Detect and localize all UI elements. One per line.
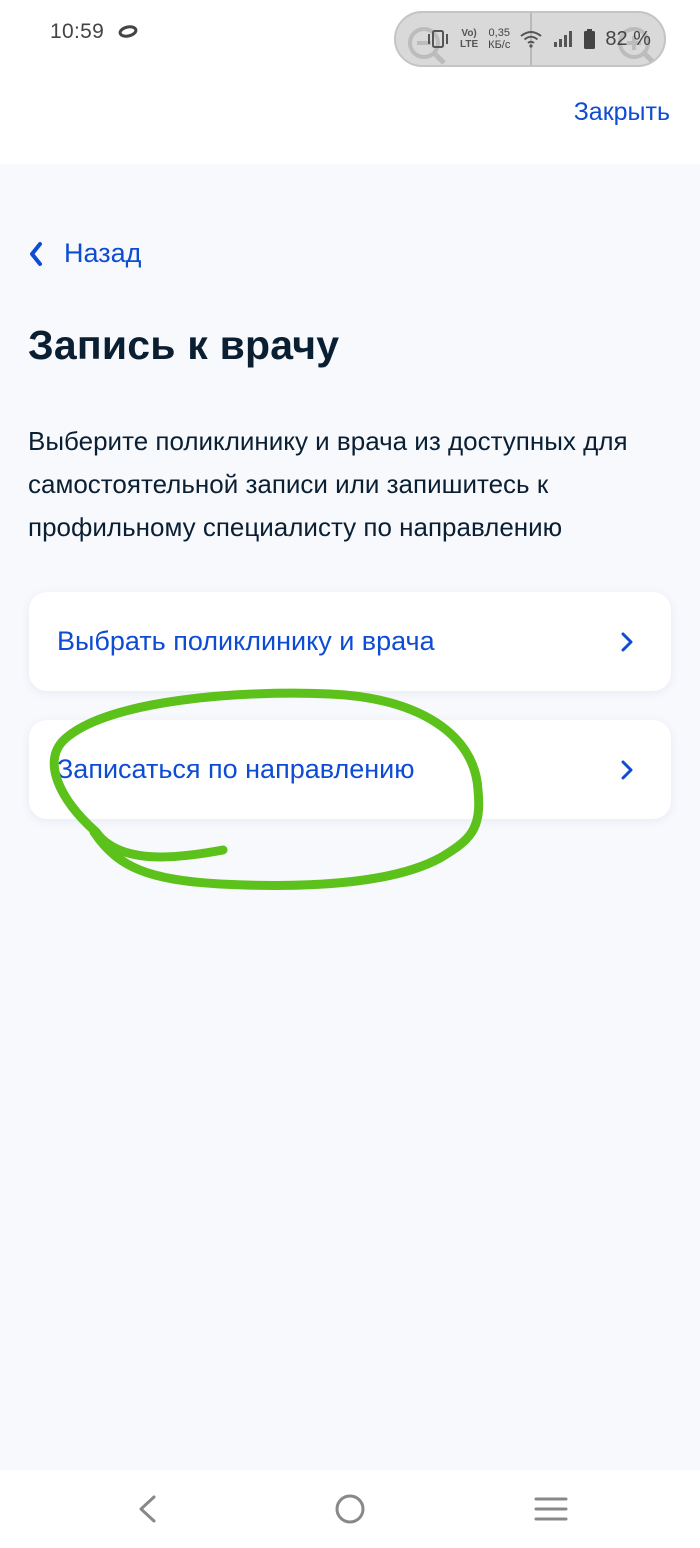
page-title: Запись к врачу: [28, 322, 340, 368]
nav-back-icon[interactable]: [134, 1494, 160, 1524]
network-speed: 0,35 КБ/с: [488, 27, 510, 51]
wifi-icon: [520, 31, 542, 48]
battery-percentage: 82 %: [605, 27, 651, 50]
back-button[interactable]: Назад: [28, 238, 141, 269]
chevron-right-icon: [621, 632, 633, 651]
referral-appointment-button[interactable]: Записаться по направлению: [29, 720, 671, 819]
choose-clinic-doctor-button[interactable]: Выбрать поликлинику и врача: [29, 592, 671, 691]
nav-menu-icon[interactable]: [534, 1496, 568, 1522]
status-icons-row: Vo) LTE 0,35 КБ/с 82 %: [396, 13, 664, 65]
back-label: Назад: [64, 238, 142, 268]
page-description: Выберите поликлинику и врача из доступны…: [28, 426, 628, 542]
speed-unit: КБ/с: [488, 39, 511, 51]
ring-icon: [118, 25, 138, 38]
system-nav-bar: [0, 1470, 700, 1548]
option-label: Выбрать поликлинику и врача: [57, 626, 435, 656]
signal-icon: [554, 31, 573, 47]
battery-icon: [584, 29, 596, 49]
nav-home-icon[interactable]: [333, 1492, 367, 1526]
speed-value: 0,35: [488, 27, 510, 39]
volte-line-1: Vo): [461, 28, 477, 39]
volte-line-2: LTE: [460, 39, 479, 50]
volte-indicator: Vo) LTE: [460, 28, 478, 50]
vibrate-icon: [428, 30, 448, 48]
chevron-left-icon: [30, 241, 42, 266]
top-header: Закрыть: [0, 82, 700, 164]
status-time: 10:59: [50, 20, 105, 43]
option-label: Записаться по направлению: [57, 754, 415, 784]
status-indicators[interactable]: Vo) LTE 0,35 КБ/с 82 %: [394, 11, 666, 67]
status-bar: 10:59 Vo) LTE 0,35 КБ/с 82 %: [0, 0, 700, 82]
chevron-right-icon: [621, 760, 633, 779]
close-button[interactable]: Закрыть: [574, 98, 670, 127]
